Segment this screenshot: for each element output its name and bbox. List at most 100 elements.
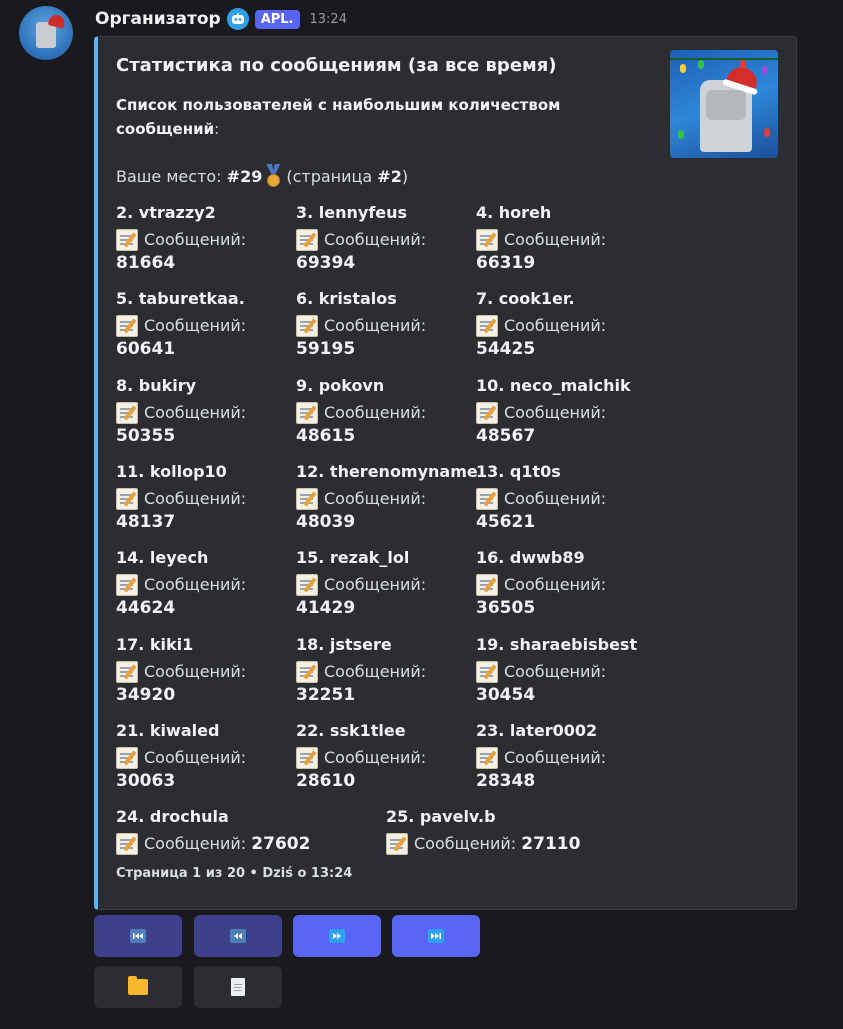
message-timestamp: 13:24	[309, 11, 347, 27]
entry-count-value: 48567	[476, 425, 536, 446]
entry-count-value: 32251	[296, 684, 356, 705]
author-name[interactable]: Организатор	[95, 9, 221, 29]
entry-count-label: Сообщений:	[144, 488, 247, 508]
entry-count-label: Сообщений:	[144, 316, 247, 336]
leaderboard-entry: 6. kristalos Сообщений: 59195	[296, 287, 476, 361]
memo-icon	[296, 315, 318, 338]
entry-message-count: Сообщений:	[476, 228, 656, 252]
entry-username: 24. drochula	[116, 807, 229, 827]
entry-message-count: Сообщений:	[116, 401, 296, 425]
entry-message-count: Сообщений:	[116, 314, 296, 338]
memo-icon	[116, 401, 138, 424]
entry-count-label: Сообщений:	[504, 661, 607, 681]
entry-username: 4. horeh	[476, 203, 552, 222]
entry-username: 18. jstsere	[296, 634, 392, 654]
role-badge[interactable]: APL.	[254, 9, 300, 29]
entry-username: 5. taburetkaa.	[116, 289, 245, 309]
memo-icon	[296, 574, 318, 597]
description-suffix: :	[214, 120, 220, 138]
leaderboard-entry: 17. kiki1 Сообщений: 34920	[116, 633, 296, 707]
previous-page-button[interactable]	[194, 915, 282, 957]
entry-count-value: 34920	[116, 684, 176, 705]
leaderboard-entry: 4. horeh Сообщений: 66319	[476, 201, 656, 275]
leaderboard-entry: 9. pokovn Сообщений: 48615	[296, 374, 476, 448]
memo-icon	[116, 229, 138, 251]
thumbnail-bulb	[680, 64, 686, 73]
folder-button[interactable]	[94, 966, 182, 1008]
entry-count-label: Сообщений:	[504, 575, 607, 595]
thumbnail-bulb	[764, 128, 770, 137]
entry-count-value: 30454	[476, 684, 536, 705]
entry-message-count: Сообщений:	[116, 746, 296, 770]
memo-icon	[386, 833, 408, 856]
memo-icon	[476, 574, 498, 597]
leaderboard-entry: 15. rezak_lol Сообщений: 41429	[296, 546, 476, 620]
entry-count-label: Сообщений:	[504, 488, 607, 508]
entry-message-count: Сообщений:	[296, 746, 476, 770]
entry-count-label: Сообщений:	[504, 230, 607, 249]
memo-icon	[476, 487, 498, 510]
stats-embed: Статистика по сообщениям (за все время) …	[94, 36, 797, 910]
entry-message-count: Сообщений:	[296, 573, 476, 597]
entry-message-count: Сообщений:	[476, 573, 656, 597]
page-icon	[231, 978, 245, 996]
entry-count-value: 66319	[476, 253, 536, 273]
entry-count-label: Сообщений:	[324, 230, 427, 249]
entry-count-label: Сообщений:	[144, 834, 247, 854]
rank-line: Ваше место: #29 (страница #2)	[116, 164, 408, 188]
entry-username: 19. sharaebisbest	[476, 634, 638, 654]
first-page-button[interactable]	[94, 915, 182, 957]
embed-footer: Страница 1 из 20 • Dziś o 13:24	[116, 866, 353, 881]
entry-message-count: Сообщений:	[116, 660, 296, 684]
memo-icon	[116, 746, 138, 769]
entry-username: 22. ssk1tlee	[296, 720, 406, 740]
entry-message-count: Сообщений:	[476, 487, 656, 511]
entry-count-label: Сообщений:	[324, 402, 427, 422]
memo-icon	[296, 746, 318, 769]
author-avatar[interactable]	[19, 6, 73, 60]
last-page-button[interactable]	[392, 915, 480, 957]
entry-count-value: 81664	[116, 253, 176, 273]
entry-count-label: Сообщений:	[144, 230, 247, 249]
entry-count-label: Сообщений:	[144, 575, 247, 595]
memo-icon	[116, 574, 138, 597]
rank-value: #29	[226, 166, 263, 186]
leaderboard-entry: 2. vtrazzy2 Сообщений: 81664	[116, 201, 296, 275]
first-page-icon	[130, 929, 146, 943]
leaderboard-entry: 8. bukiry Сообщений: 50355	[116, 374, 296, 448]
entry-count-value: 45621	[476, 511, 536, 532]
memo-icon	[476, 315, 498, 338]
memo-icon	[116, 315, 138, 338]
entry-count-label: Сообщений:	[324, 488, 427, 508]
memo-icon	[116, 487, 138, 510]
page-button[interactable]	[194, 966, 282, 1008]
entry-count-value: 48615	[296, 425, 356, 446]
next-page-button[interactable]	[293, 915, 381, 957]
entry-count-label: Сообщений:	[504, 747, 607, 767]
embed-title: Статистика по сообщениям (за все время)	[116, 55, 557, 76]
embed-thumbnail[interactable]	[670, 50, 778, 158]
entry-message-count: Сообщений: 27110	[386, 832, 646, 856]
entry-username: 25. pavelv.b	[386, 807, 496, 827]
bot-robot-icon	[226, 8, 249, 30]
medal-icon	[263, 164, 283, 188]
entry-count-value: 27602	[251, 834, 311, 855]
memo-icon	[476, 401, 498, 424]
entry-count-value: 59195	[296, 339, 356, 360]
leaderboard-entry: 24. drochula Сообщений: 27602	[116, 805, 376, 856]
embed-description: Список пользователей с наибольшим количе…	[116, 93, 596, 141]
memo-icon	[296, 660, 318, 683]
entry-count-value: 30063	[116, 770, 176, 791]
entry-message-count: Сообщений: 27602	[116, 832, 376, 856]
memo-icon	[296, 229, 318, 251]
entry-message-count: Сообщений:	[476, 746, 656, 770]
entry-count-label: Сообщений:	[504, 316, 607, 336]
leaderboard-entry: 3. lennyfeus Сообщений: 69394	[296, 201, 476, 275]
entry-username: 11. kollop10	[116, 461, 227, 481]
entry-count-label: Сообщений:	[414, 834, 517, 854]
entry-username: 3. lennyfeus	[296, 203, 408, 222]
leaderboard-entry: 14. leyech Сообщений: 44624	[116, 546, 296, 620]
entry-count-value: 60641	[116, 339, 176, 360]
leaderboard-entry: 19. sharaebisbest Сообщений: 30454	[476, 633, 656, 707]
entry-username: 10. neco_malchik	[476, 375, 631, 395]
